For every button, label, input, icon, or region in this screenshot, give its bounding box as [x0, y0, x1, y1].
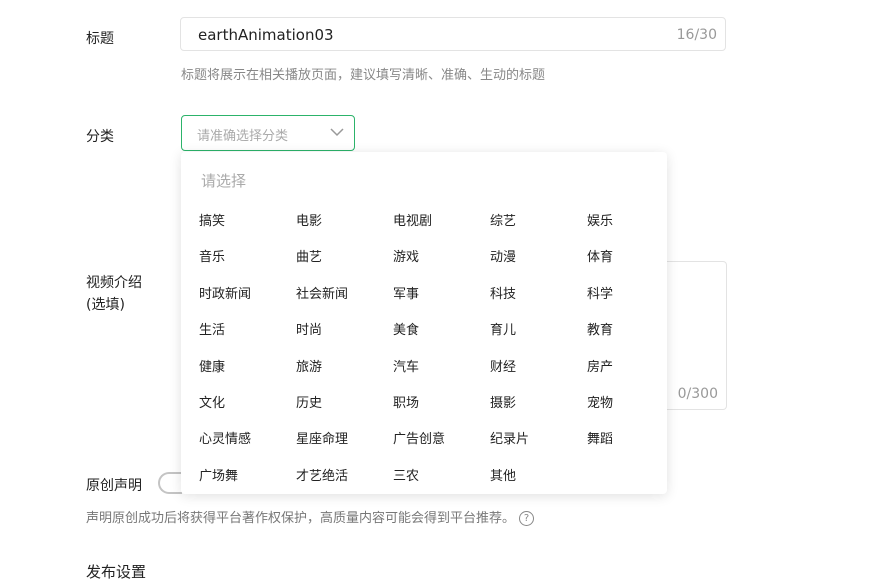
category-option[interactable]: 教育: [587, 321, 684, 357]
category-option[interactable]: 音乐: [199, 248, 296, 284]
category-option[interactable]: 时政新闻: [199, 285, 296, 321]
category-option[interactable]: 三农: [393, 467, 490, 503]
category-select-placeholder: 请准确选择分类: [197, 129, 289, 144]
category-option[interactable]: 生活: [199, 321, 296, 357]
description-optional-text: (选填): [86, 297, 125, 313]
category-option[interactable]: 科技: [490, 285, 587, 321]
title-input-value[interactable]: earthAnimation03: [198, 26, 334, 44]
category-option[interactable]: 游戏: [393, 248, 490, 284]
title-char-count: 16/30: [676, 27, 717, 43]
category-option[interactable]: 军事: [393, 285, 490, 321]
category-option[interactable]: 广场舞: [199, 467, 296, 503]
description-label-text: 视频介绍: [86, 275, 142, 291]
category-option[interactable]: 动漫: [490, 248, 587, 284]
category-option[interactable]: 旅游: [296, 358, 393, 394]
category-option[interactable]: 财经: [490, 358, 587, 394]
category-option[interactable]: 其他: [490, 467, 587, 503]
category-option[interactable]: 舞蹈: [587, 430, 684, 466]
category-option[interactable]: 娱乐: [587, 212, 684, 248]
description-label: 视频介绍 (选填): [86, 272, 142, 316]
category-dropdown: 请选择 搞笑 电影 电视剧 综艺 娱乐 音乐 曲艺 游戏 动漫 体育 时政新闻 社会新闻 军事 科技 科学生…: [181, 152, 667, 494]
category-option[interactable]: 宠物: [587, 394, 684, 430]
category-option[interactable]: 综艺: [490, 212, 587, 248]
category-option[interactable]: 电影: [296, 212, 393, 248]
category-label: 分类: [86, 129, 114, 145]
category-option[interactable]: 社会新闻: [296, 285, 393, 321]
original-toggle[interactable]: [158, 472, 182, 494]
original-hint-text: 声明原创成功后将获得平台著作权保护，高质量内容可能会得到平台推荐。: [86, 511, 516, 526]
original-label: 原创声明: [86, 478, 142, 494]
category-option[interactable]: 美食: [393, 321, 490, 357]
category-option[interactable]: 育儿: [490, 321, 587, 357]
category-option[interactable]: 才艺绝活: [296, 467, 393, 503]
category-option[interactable]: 文化: [199, 394, 296, 430]
category-select[interactable]: 请准确选择分类: [181, 115, 355, 151]
dropdown-title: 请选择: [201, 172, 247, 190]
category-option[interactable]: 健康: [199, 358, 296, 394]
category-option[interactable]: 电视剧: [393, 212, 490, 248]
category-option[interactable]: 职场: [393, 394, 490, 430]
category-option[interactable]: 时尚: [296, 321, 393, 357]
title-label: 标题: [86, 31, 114, 47]
category-option[interactable]: 星座命理: [296, 430, 393, 466]
category-option[interactable]: 汽车: [393, 358, 490, 394]
category-options-grid: 搞笑 电影 电视剧 综艺 娱乐音乐 曲艺 游戏 动漫 体育时政新闻 社会新闻 军事 科技 科学生活 时尚美…: [199, 212, 684, 503]
category-option[interactable]: 房产: [587, 358, 684, 394]
category-option[interactable]: 搞笑: [199, 212, 296, 248]
title-hint: 标题将展示在相关播放页面，建议填写清晰、准确、生动的标题: [181, 68, 546, 83]
question-circle-icon[interactable]: ?: [519, 511, 535, 526]
category-option[interactable]: 历史: [296, 394, 393, 430]
chevron-down-icon[interactable]: [330, 127, 344, 137]
category-option[interactable]: 曲艺: [296, 248, 393, 284]
original-hint: 声明原创成功后将获得平台著作权保护，高质量内容可能会得到平台推荐。?: [86, 507, 535, 526]
publish-settings-heading: 发布设置: [86, 563, 147, 581]
category-option[interactable]: 心灵情感: [199, 430, 296, 466]
category-option[interactable]: 体育: [587, 248, 684, 284]
category-option[interactable]: 科学: [587, 285, 684, 321]
category-option[interactable]: 纪录片: [490, 430, 587, 466]
category-option[interactable]: 摄影: [490, 394, 587, 430]
title-input[interactable]: earthAnimation03 16/30: [180, 17, 726, 51]
category-option[interactable]: 广告创意: [393, 430, 490, 466]
